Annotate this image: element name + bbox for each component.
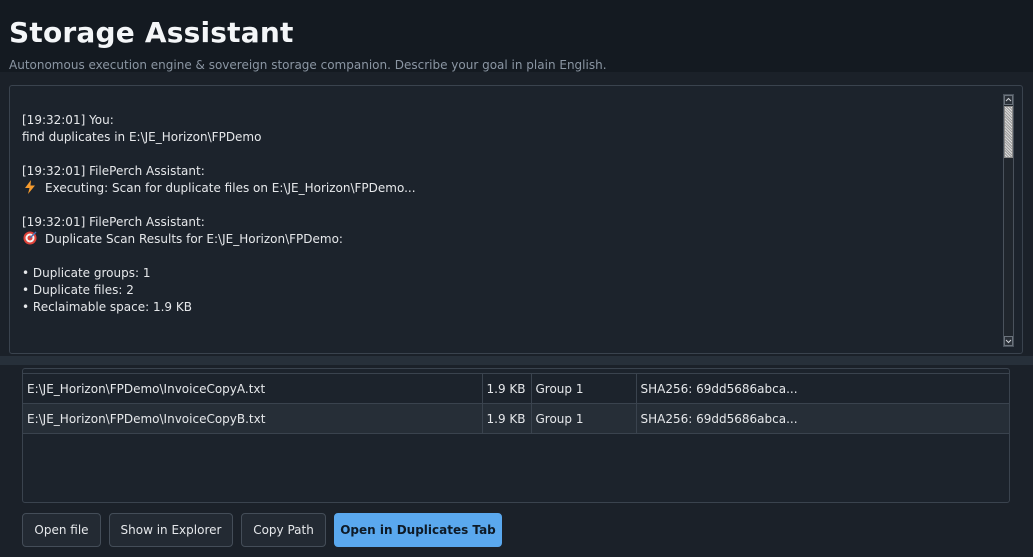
chat-scrollbar[interactable] [1003, 94, 1014, 347]
results-table: E:\JE_Horizon\FPDemo\InvoiceCopyA.txt 1.… [23, 373, 1009, 434]
result-bullet: • Duplicate files: 2 [22, 283, 134, 297]
file-path-cell: E:\JE_Horizon\FPDemo\InvoiceCopyB.txt [23, 403, 483, 434]
table-row[interactable]: E:\JE_Horizon\FPDemo\InvoiceCopyB.txt 1.… [23, 403, 1009, 434]
lightning-bolt-icon [23, 180, 37, 194]
target-icon [23, 231, 37, 245]
hash-cell: SHA256: 69dd5686abca... [635, 403, 1009, 434]
chat-log-panel[interactable]: [19:32:01] You: find duplicates in E:\JE… [9, 85, 1023, 354]
show-in-explorer-button[interactable]: Show in Explorer [109, 513, 233, 547]
scroll-down-button[interactable] [1004, 336, 1013, 346]
header: Storage Assistant Autonomous execution e… [0, 0, 1033, 72]
open-in-duplicates-tab-button[interactable]: Open in Duplicates Tab [334, 513, 502, 547]
message-text-row: Executing: Scan for duplicate files on E… [22, 180, 982, 197]
hash-cell: SHA256: 69dd5686abca... [635, 373, 1009, 404]
message-text: Duplicate Scan Results for E:\JE_Horizon… [45, 232, 343, 246]
file-size-cell: 1.9 KB [481, 373, 532, 404]
file-path-cell: E:\JE_Horizon\FPDemo\InvoiceCopyA.txt [23, 373, 483, 404]
chevron-down-icon [1005, 339, 1012, 344]
copy-path-button[interactable]: Copy Path [241, 513, 326, 547]
chat-log: [19:32:01] You: find duplicates in E:\JE… [22, 112, 982, 316]
scroll-thumb[interactable] [1004, 106, 1013, 158]
message-text-row: Duplicate Scan Results for E:\JE_Horizon… [22, 231, 982, 248]
file-size-cell: 1.9 KB [481, 403, 532, 434]
scroll-up-button[interactable] [1004, 95, 1013, 105]
app-subtitle: Autonomous execution engine & sovereign … [9, 58, 607, 72]
message-header: [19:32:01] FilePerch Assistant: [22, 164, 205, 178]
chevron-up-icon [1005, 97, 1012, 102]
table-row[interactable]: E:\JE_Horizon\FPDemo\InvoiceCopyA.txt 1.… [23, 373, 1009, 404]
duplicate-results-list[interactable]: E:\JE_Horizon\FPDemo\InvoiceCopyA.txt 1.… [22, 368, 1010, 503]
result-bullet: • Reclaimable space: 1.9 KB [22, 300, 192, 314]
open-file-button[interactable]: Open file [22, 513, 101, 547]
message-text: find duplicates in E:\JE_Horizon\FPDemo [22, 130, 262, 144]
app-title: Storage Assistant [9, 16, 294, 49]
group-cell: Group 1 [530, 373, 637, 404]
message-header: [19:32:01] FilePerch Assistant: [22, 215, 205, 229]
panel-splitter[interactable] [0, 356, 1033, 365]
message-text: Executing: Scan for duplicate files on E… [45, 181, 416, 195]
message-header: [19:32:01] You: [22, 113, 114, 127]
group-cell: Group 1 [530, 403, 637, 434]
result-bullet: • Duplicate groups: 1 [22, 266, 151, 280]
